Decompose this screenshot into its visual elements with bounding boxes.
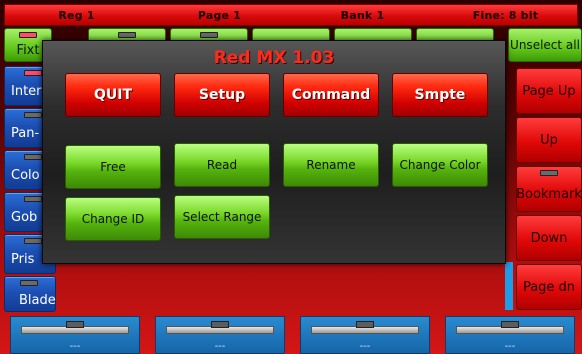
up-label: Up	[540, 132, 558, 148]
fader-value: ---	[504, 341, 516, 352]
left-sidebar-item-label: Gob	[11, 209, 38, 225]
down-button[interactable]: Down	[516, 215, 582, 261]
led-indicator	[24, 196, 42, 202]
change-color-button[interactable]: Change Color	[392, 143, 488, 187]
smpte-button[interactable]: Smpte	[392, 73, 488, 117]
led-indicator	[24, 70, 42, 76]
led-indicator	[24, 238, 42, 244]
led-indicator	[24, 112, 42, 118]
free-label: Free	[100, 160, 126, 174]
down-label: Down	[530, 230, 568, 246]
setup-label: Setup	[198, 87, 246, 103]
fader-1[interactable]: ---	[10, 316, 140, 354]
led-indicator	[20, 280, 38, 286]
page-down-button[interactable]: Page dn	[516, 264, 582, 310]
rename-label: Rename	[306, 158, 356, 172]
page-up-label: Page Up	[522, 83, 576, 99]
fader-3[interactable]: ---	[300, 316, 430, 354]
change-id-button[interactable]: Change ID	[65, 197, 161, 241]
led-indicator	[19, 32, 37, 38]
left-sidebar-item-label: Pris	[11, 251, 35, 267]
bookmark-label: Bookmark	[516, 186, 582, 202]
fader-handle[interactable]	[356, 321, 374, 328]
read-button[interactable]: Read	[174, 143, 270, 187]
setup-button[interactable]: Setup	[174, 73, 270, 117]
status-bar: Reg 1 Page 1 Bank 1 Fine: 8 bit	[4, 4, 578, 26]
command-button[interactable]: Command	[283, 73, 379, 117]
fader-4[interactable]: ---	[445, 316, 575, 354]
left-sidebar-item-label: Blade	[19, 292, 56, 308]
quit-label: QUIT	[93, 87, 133, 103]
unselect-all-label: Unselect all	[510, 38, 580, 52]
left-sidebar-item-label: Colo	[11, 167, 40, 183]
fine-indicator: Fine: 8 bit	[472, 8, 539, 22]
select-range-button[interactable]: Select Range	[174, 195, 270, 239]
register-indicator: Reg 1	[58, 8, 95, 22]
fader-handle[interactable]	[501, 321, 519, 328]
fader-2[interactable]: ---	[155, 316, 285, 354]
free-button[interactable]: Free	[65, 145, 161, 189]
left-sidebar-item-blade[interactable]: Blade	[4, 276, 56, 312]
page-indicator: Page 1	[197, 8, 242, 22]
fader-value: ---	[359, 341, 371, 352]
fixture-button-label: Fixt	[16, 42, 40, 58]
unselect-all-button[interactable]: Unselect all	[508, 28, 582, 62]
smpte-label: Smpte	[414, 87, 466, 103]
scroll-indicator	[505, 262, 513, 310]
change-color-label: Change Color	[399, 158, 481, 172]
main-menu-dialog: Red MX 1.03 QUIT Setup Command Smpte Fre…	[42, 40, 506, 264]
dialog-title: Red MX 1.03	[213, 48, 335, 68]
change-id-label: Change ID	[81, 212, 145, 226]
led-indicator	[118, 32, 136, 38]
led-indicator	[540, 170, 558, 176]
left-sidebar-item-label: Pan-	[11, 125, 40, 141]
left-sidebar-item-label: Inter	[11, 83, 42, 99]
select-range-label: Select Range	[182, 210, 262, 224]
fader-handle[interactable]	[66, 321, 84, 328]
rename-button[interactable]: Rename	[283, 143, 379, 187]
fader-handle[interactable]	[211, 321, 229, 328]
read-label: Read	[206, 158, 238, 172]
page-up-button[interactable]: Page Up	[516, 68, 582, 114]
up-button[interactable]: Up	[516, 117, 582, 163]
bank-indicator: Bank 1	[340, 8, 385, 22]
quit-button[interactable]: QUIT	[65, 73, 161, 117]
led-indicator	[200, 32, 218, 38]
fader-value: ---	[214, 341, 226, 352]
command-label: Command	[291, 87, 371, 103]
fader-value: ---	[69, 341, 81, 352]
bookmark-button[interactable]: Bookmark	[516, 166, 582, 212]
page-down-label: Page dn	[522, 279, 576, 295]
led-indicator	[24, 154, 42, 160]
